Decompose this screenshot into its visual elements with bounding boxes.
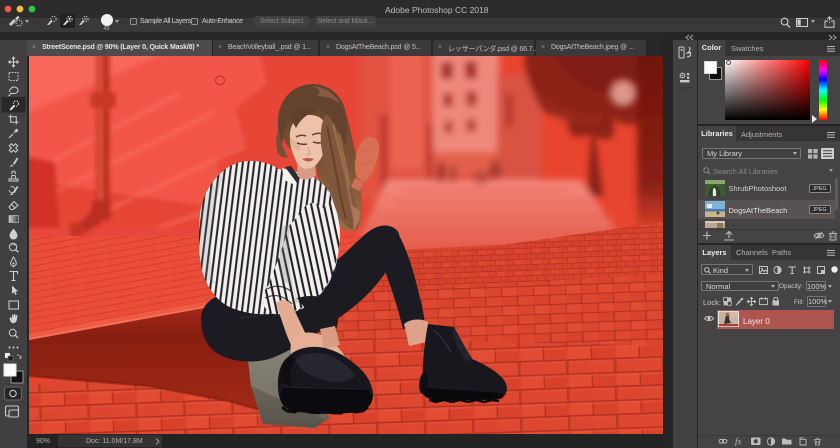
svg-text:fx: fx: [735, 437, 742, 446]
